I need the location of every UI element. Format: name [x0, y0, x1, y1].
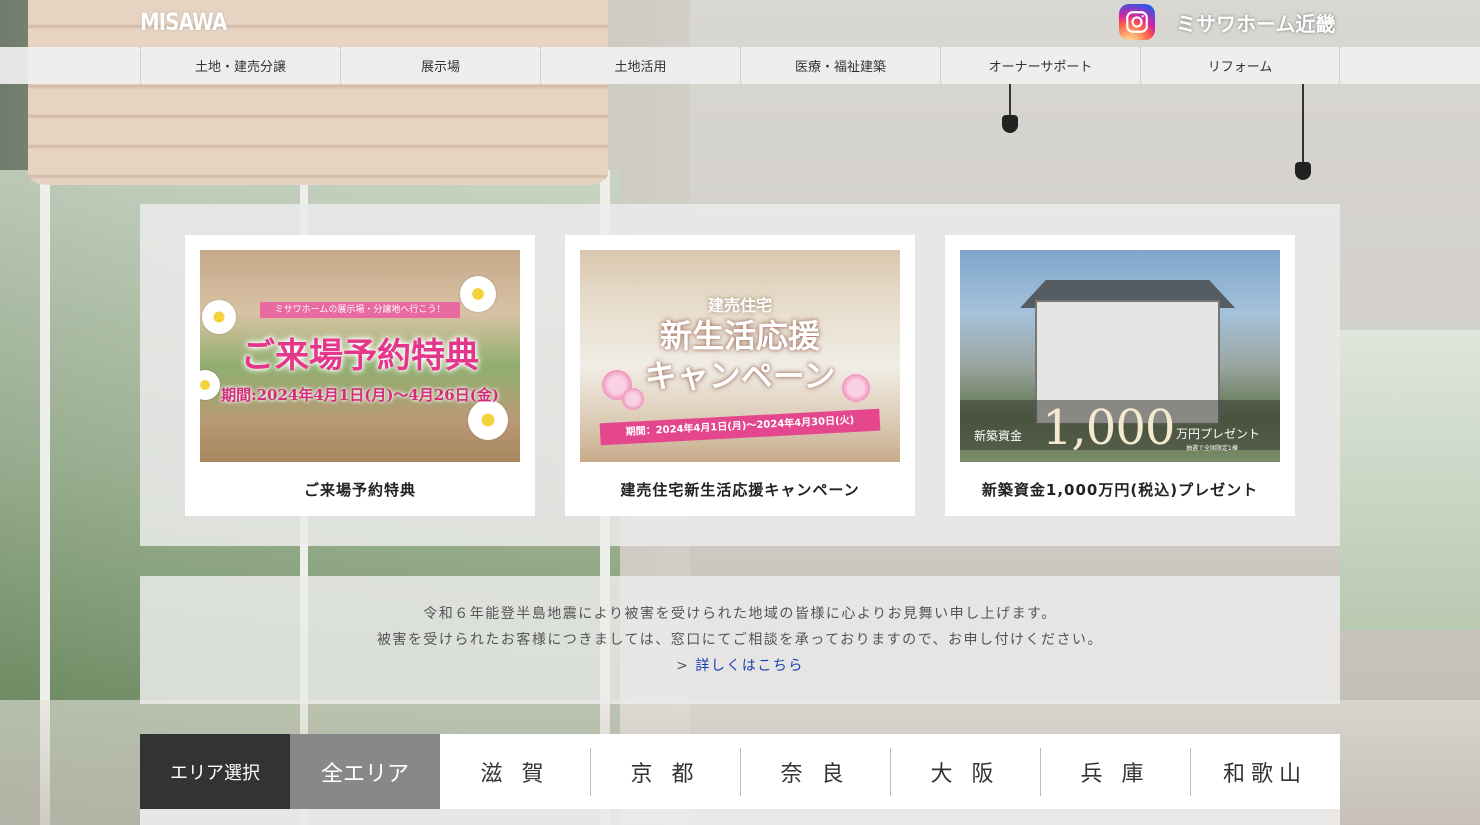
nav-item-medical[interactable]: 医療・福祉建築 — [740, 47, 940, 84]
banner-label-right: 万円プレゼント — [1176, 427, 1261, 441]
campaign-card-new-life[interactable]: 建売住宅 新生活応援 キャンペーン 期間：2024年4月1日(月)〜2024年4… — [565, 235, 915, 516]
area-shiga[interactable]: 滋 賀 — [440, 734, 590, 809]
campaign-banner-visit: ミサワホームの展示場・分譲地へ行こう！ ご来場予約特典 期間:2024年4月1日… — [200, 250, 520, 462]
campaign-banner-new-life: 建売住宅 新生活応援 キャンペーン 期間：2024年4月1日(月)〜2024年4… — [580, 250, 900, 462]
flower-decoration — [460, 276, 496, 312]
pendant-lamp — [1002, 115, 1018, 133]
area-hyogo[interactable]: 兵 庫 — [1040, 734, 1190, 809]
pendant-lamp — [1295, 162, 1311, 180]
nav-item-showroom[interactable]: 展示場 — [340, 47, 540, 84]
notice-more: > 詳しくはこちら — [140, 653, 1340, 679]
banner-period: 期間：2024年4月1日(月)〜2024年4月30日(火) — [599, 408, 881, 446]
area-select-label: エリア選択 — [140, 734, 290, 809]
nav-item-owner-support[interactable]: オーナーサポート — [940, 47, 1140, 84]
banner-headline: ご来場予約特典 — [241, 336, 479, 376]
brand-kinki-link[interactable]: ミサワホーム近畿 — [1176, 8, 1335, 37]
pendant-cord — [1009, 84, 1011, 119]
area-osaka[interactable]: 大 阪 — [890, 734, 1040, 809]
background-window-right — [1340, 330, 1480, 630]
earthquake-notice: 令和６年能登半島地震により被害を受けられた地域の皆様に心よりお見舞い申し上げます… — [140, 576, 1340, 704]
area-nara[interactable]: 奈 良 — [740, 734, 890, 809]
top-navigation: 土地・建売分譲 展示場 土地活用 医療・福祉建築 オーナーサポート リフォーム — [0, 47, 1480, 84]
notice-more-prefix: > — [676, 658, 696, 674]
nav-item-land-use[interactable]: 土地活用 — [540, 47, 740, 84]
banner-amount: 1,000 — [1042, 400, 1175, 456]
instagram-icon[interactable] — [1119, 4, 1155, 40]
nav-item-reform[interactable]: リフォーム — [1140, 47, 1340, 84]
area-kyoto[interactable]: 京 都 — [590, 734, 740, 809]
area-wakayama[interactable]: 和歌山 — [1190, 734, 1340, 809]
area-all-button[interactable]: 全エリア — [290, 734, 440, 809]
notice-line-1: 令和６年能登半島地震により被害を受けられた地域の皆様に心よりお見舞い申し上げます… — [423, 606, 1057, 622]
area-list: 滋 賀 京 都 奈 良 大 阪 兵 庫 和歌山 — [440, 734, 1340, 809]
campaign-card-visit-reservation[interactable]: ミサワホームの展示場・分譲地へ行こう！ ご来場予約特典 期間:2024年4月1日… — [185, 235, 535, 516]
campaign-panel: ミサワホームの展示場・分譲地へ行こう！ ご来場予約特典 期間:2024年4月1日… — [140, 204, 1340, 546]
campaign-caption: 建売住宅新生活応援キャンペーン — [620, 480, 860, 499]
bottom-strip — [140, 809, 1340, 825]
notice-line-2: 被害を受けられたお客様につきましては、窓口にてご相談を承っておりますので、お申し… — [376, 632, 1104, 648]
roman-blind — [28, 0, 608, 185]
banner-label-left: 新築資金 — [974, 429, 1023, 443]
flower-decoration — [200, 370, 220, 400]
pendant-cord — [1302, 84, 1304, 164]
banner-headline-line2: キャンペーン — [644, 357, 836, 395]
flower-decoration — [468, 400, 508, 440]
campaign-banner-fund: 新築資金 1,000 万円プレゼント 抽選で全国限定1棟 — [960, 250, 1280, 462]
notice-details-link[interactable]: 詳しくはこちら — [695, 658, 804, 674]
campaign-caption: ご来場予約特典 — [303, 480, 416, 499]
banner-kicker: 建売住宅 — [707, 296, 772, 315]
banner-ribbon: ミサワホームの展示場・分譲地へ行こう！ — [260, 302, 460, 318]
area-selector: エリア選択 全エリア 滋 賀 京 都 奈 良 大 阪 兵 庫 和歌山 — [140, 734, 1340, 809]
campaign-card-fund-present[interactable]: 新築資金 1,000 万円プレゼント 抽選で全国限定1棟 新築資金1,000万円… — [945, 235, 1295, 516]
banner-headline-line1: 新生活応援 — [659, 317, 820, 355]
nav-item-land-sale[interactable]: 土地・建売分譲 — [140, 47, 340, 84]
window-frame — [40, 170, 50, 825]
campaign-caption: 新築資金1,000万円(税込)プレゼント — [981, 480, 1259, 499]
banner-note: 抽選で全国限定1棟 — [1186, 445, 1238, 452]
banner-headline: 新生活応援 キャンペーン — [580, 316, 900, 396]
misawa-logo[interactable]: MISAWA — [140, 8, 227, 36]
banner-period: 期間:2024年4月1日(月)〜4月26日(金) — [221, 386, 499, 404]
